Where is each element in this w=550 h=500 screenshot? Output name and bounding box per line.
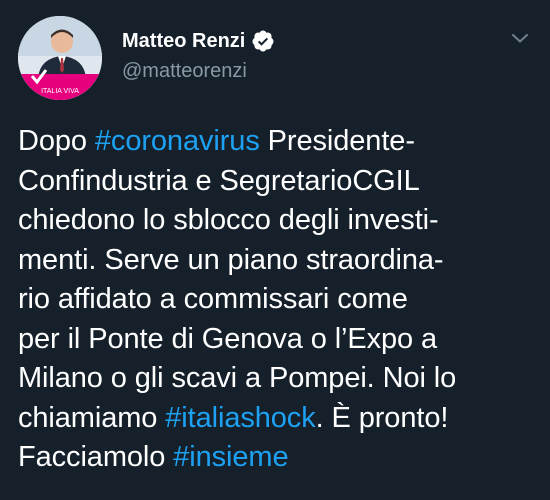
tweet-text-segment: chiedono lo sblocco degli investi-: [18, 204, 439, 236]
avatar-image: ITALIA VIVA: [18, 16, 102, 100]
tweet-line: Milano o gli scavi a Pompei. Noi lo: [18, 359, 538, 399]
tweet-line: Dopo #coronavirus Presidente-: [18, 122, 538, 162]
tweet-text-segment: Presidente-: [259, 125, 415, 157]
tweet-text-segment: Facciamolo: [18, 441, 174, 473]
tweet-text-segment: rio affidato a commissari come: [18, 283, 408, 315]
hashtag-link[interactable]: #coronavirus: [95, 125, 260, 157]
svg-text:ITALIA VIVA: ITALIA VIVA: [41, 88, 79, 95]
tweet-line: per il Ponte di Genova o l’Expo a: [18, 320, 538, 360]
tweet-line: menti. Serve un piano straordina-: [18, 241, 538, 281]
verified-badge-icon: [251, 29, 275, 53]
hashtag-link[interactable]: #italiashock: [165, 402, 315, 434]
tweet-line: chiedono lo sblocco degli investi-: [18, 201, 538, 241]
avatar[interactable]: ITALIA VIVA: [18, 16, 102, 100]
tweet-text-segment: chiamiamo: [18, 401, 166, 434]
tweet-line: Facciamolo #insieme: [18, 438, 538, 478]
author-display-name[interactable]: Matteo Renzi: [122, 30, 245, 53]
tweet-text-segment: Milano o gli scavi a Pompei. Noi lo: [18, 362, 457, 394]
tweet-text-segment: . È pronto!: [315, 401, 449, 434]
tweet-line: Confindustria e SegretarioCGIL: [18, 162, 538, 202]
tweet-line: chiamiamo #italiashock. È pronto!: [18, 399, 538, 439]
author-handle[interactable]: @matteorenzi: [122, 60, 247, 83]
tweet-line: rio affidato a commissari come: [18, 280, 538, 320]
tweet-text: Dopo #coronavirus Presidente- Confindustr…: [18, 122, 538, 478]
hashtag-link[interactable]: #insieme: [173, 441, 288, 473]
tweet-text-segment: Confindustria e SegretarioCGIL: [18, 164, 420, 197]
tweet-text-segment: menti. Serve un piano straordina-: [18, 243, 444, 276]
author-name-row: Matteo Renzi: [122, 26, 275, 56]
tweet-text-segment: Dopo: [18, 125, 95, 157]
tweet-card: ITALIA VIVA Matteo Renzi @matteorenzi Do…: [0, 0, 550, 500]
tweet-text-segment: per il Ponte di Genova o l’Expo a: [18, 322, 438, 355]
chevron-down-icon[interactable]: [508, 26, 532, 50]
